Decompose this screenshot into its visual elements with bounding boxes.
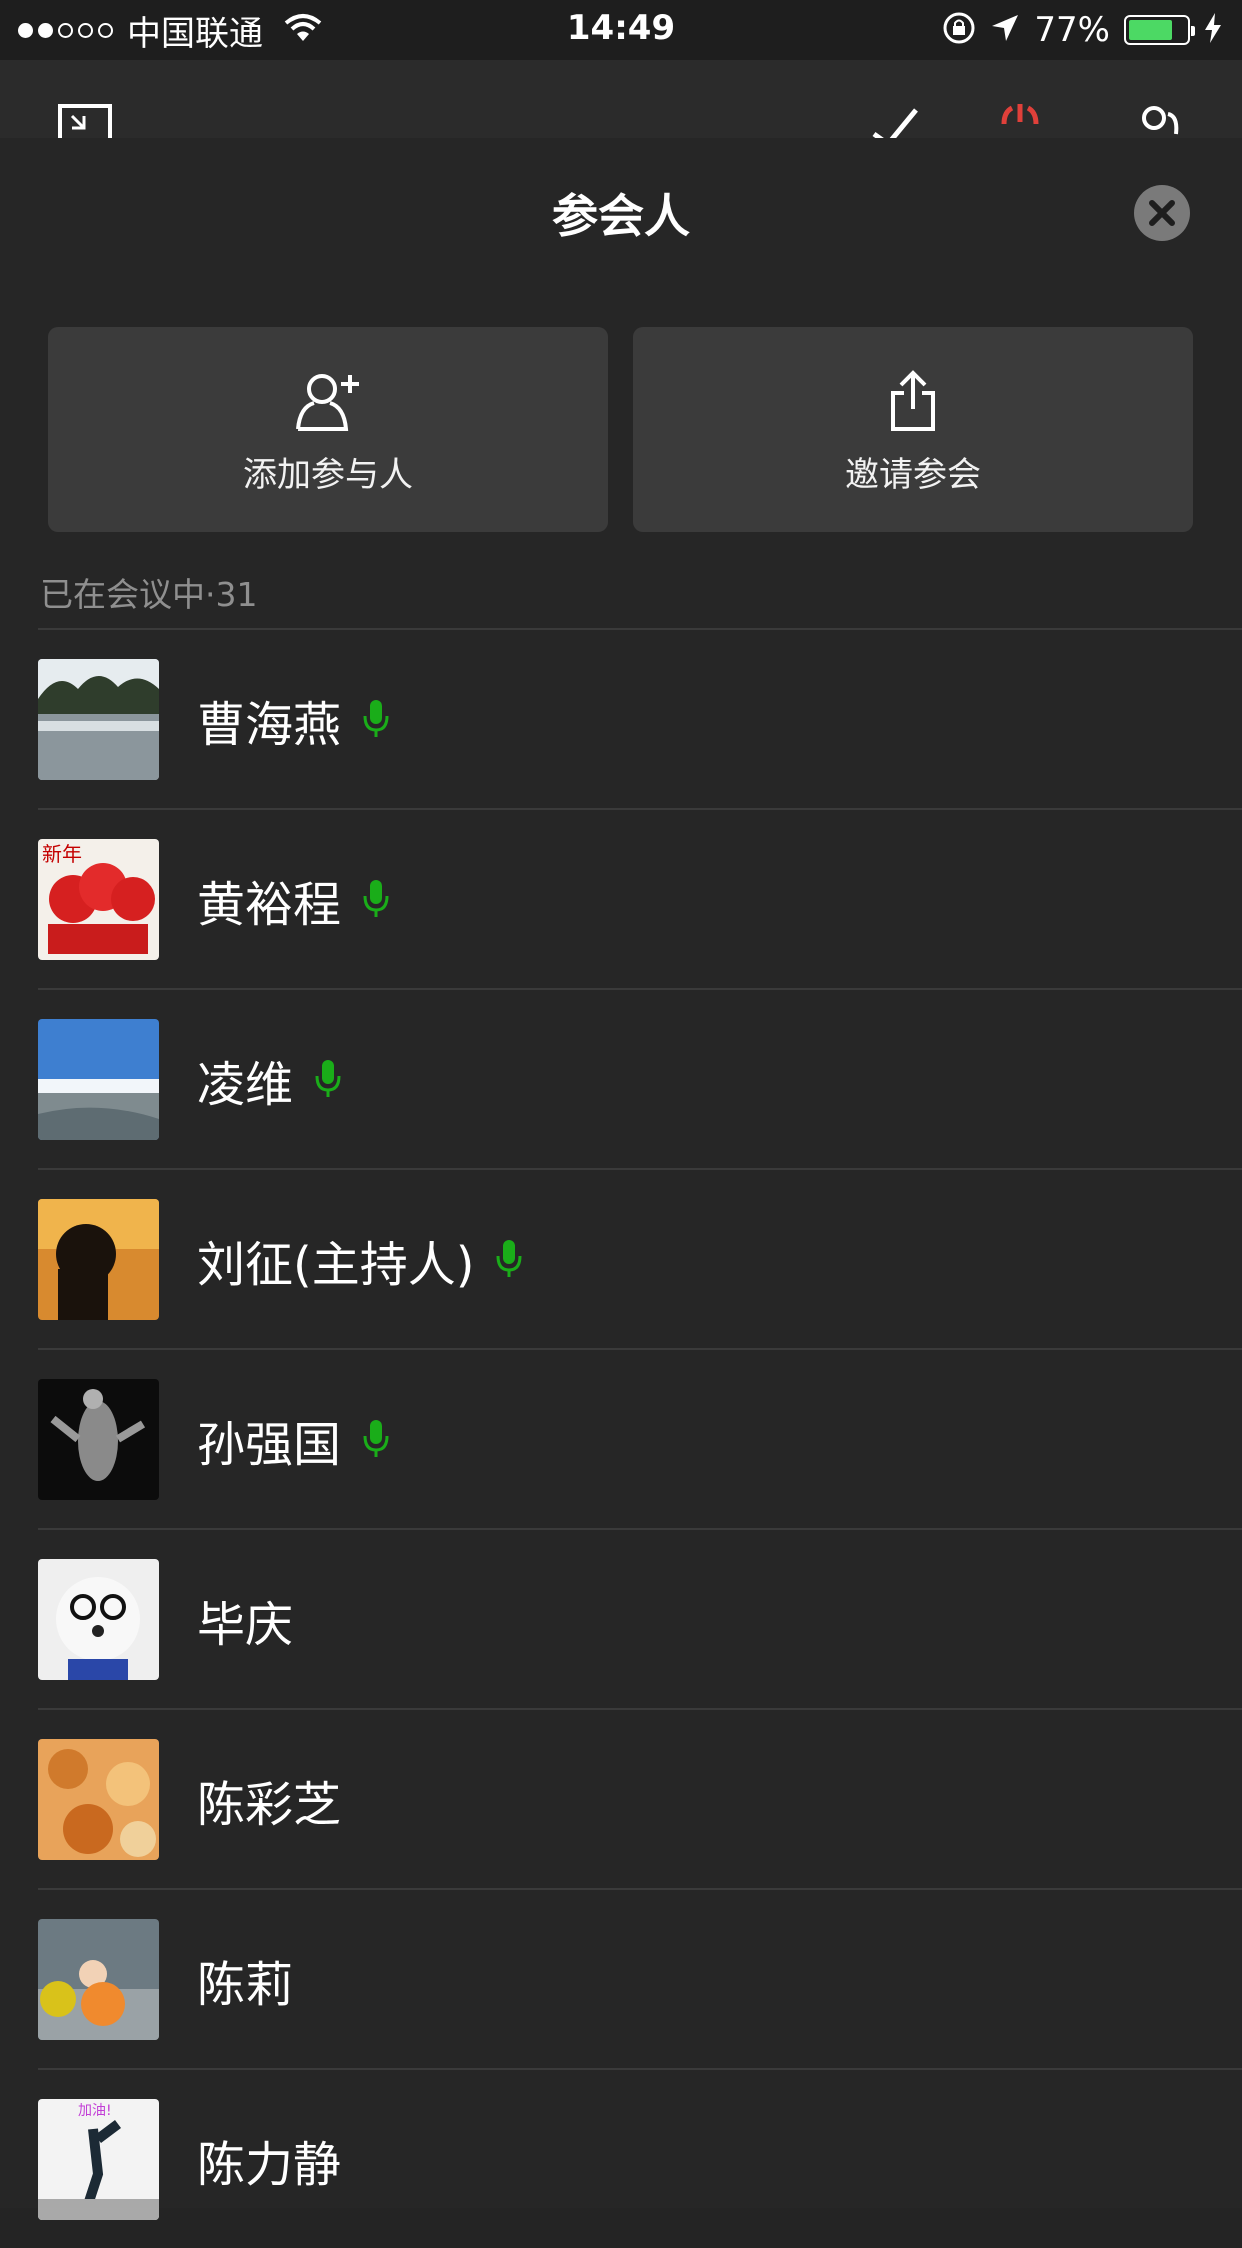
participant-row[interactable]: 新年黄裕程	[38, 808, 1242, 988]
participant-row[interactable]: 陈莉	[38, 1888, 1242, 2068]
participants-panel: 参会人 添加参与人 邀请参会 已在会议中·31 曹海燕新年黄裕程凌维刘征(主持人…	[0, 138, 1242, 2220]
call-toolbar-behind	[0, 60, 1242, 138]
svg-text:加油!: 加油!	[78, 2103, 112, 2119]
status-right: 77%	[942, 10, 1222, 50]
add-participant-button[interactable]: 添加参与人	[48, 327, 608, 532]
invite-label: 邀请参会	[845, 455, 981, 495]
charging-bolt-icon	[1204, 13, 1222, 47]
microphone-active-icon	[363, 878, 389, 922]
end-call-power-icon[interactable]	[990, 104, 1050, 138]
panel-title: 参会人	[552, 189, 690, 243]
participant-row[interactable]: 陈彩芝	[38, 1708, 1242, 1888]
microphone-active-icon	[496, 1238, 522, 1282]
participant-name: 黄裕程	[197, 877, 342, 933]
microphone-active-icon	[363, 698, 389, 742]
participant-row[interactable]: 凌维	[38, 988, 1242, 1168]
avatar: 加油!	[38, 2099, 159, 2220]
participant-info: 毕庆	[197, 1588, 294, 1653]
microphone-active-icon	[315, 1058, 341, 1102]
battery-percent: 77%	[1034, 10, 1110, 50]
participant-info: 陈莉	[197, 1948, 294, 2013]
share-icon	[888, 369, 938, 433]
participant-info: 曹海燕	[197, 688, 389, 753]
checkmark-icon[interactable]	[870, 104, 920, 138]
minimize-window-icon[interactable]	[58, 104, 114, 138]
avatar	[38, 1739, 159, 1860]
participant-info: 凌维	[197, 1048, 341, 1113]
participant-name: 孙强国	[197, 1417, 342, 1473]
avatar	[38, 1919, 159, 2040]
in-meeting-count: 已在会议中·31	[40, 575, 258, 614]
add-participant-label: 添加参与人	[243, 455, 413, 495]
close-button[interactable]	[1134, 185, 1190, 241]
participant-name: 陈彩芝	[197, 1777, 342, 1833]
participant-row[interactable]: 孙强国	[38, 1348, 1242, 1528]
participant-row[interactable]: 刘征(主持人)	[38, 1168, 1242, 1348]
participant-name: 陈莉	[197, 1957, 294, 2013]
participant-info: 刘征(主持人)	[197, 1228, 522, 1293]
participant-name: 曹海燕	[197, 697, 342, 753]
battery-icon	[1124, 15, 1195, 45]
microphone-active-icon	[363, 1418, 389, 1462]
avatar	[38, 1559, 159, 1680]
avatar	[38, 1199, 159, 1320]
avatar	[38, 659, 159, 780]
participant-info: 黄裕程	[197, 868, 389, 933]
participant-info: 陈彩芝	[197, 1768, 342, 1833]
participant-row[interactable]: 加油! 陈力静	[38, 2068, 1242, 2248]
participant-info: 陈力静	[197, 2128, 342, 2193]
participant-name: 凌维	[197, 1057, 294, 1113]
participant-list: 曹海燕新年黄裕程凌维刘征(主持人) 孙强国毕庆陈彩芝陈莉加油! 陈力静	[0, 628, 1242, 2248]
participant-row[interactable]: 毕庆	[38, 1528, 1242, 1708]
participant-name: 刘征(主持人)	[197, 1237, 475, 1293]
participant-name: 陈力静	[197, 2137, 342, 2193]
participant-info: 孙强国	[197, 1408, 389, 1473]
participants-icon[interactable]	[1136, 104, 1186, 138]
avatar	[38, 1019, 159, 1140]
location-arrow-icon	[990, 13, 1020, 47]
participant-row[interactable]: 曹海燕	[38, 628, 1242, 808]
rotation-lock-icon	[942, 11, 976, 49]
close-icon	[1149, 200, 1175, 226]
participant-name: 毕庆	[197, 1597, 294, 1653]
svg-text:新年: 新年	[42, 842, 82, 866]
avatar	[38, 1379, 159, 1500]
status-bar: 中国联通 14:49 77%	[0, 0, 1242, 60]
add-person-icon	[292, 369, 364, 433]
avatar: 新年	[38, 839, 159, 960]
invite-button[interactable]: 邀请参会	[633, 327, 1193, 532]
